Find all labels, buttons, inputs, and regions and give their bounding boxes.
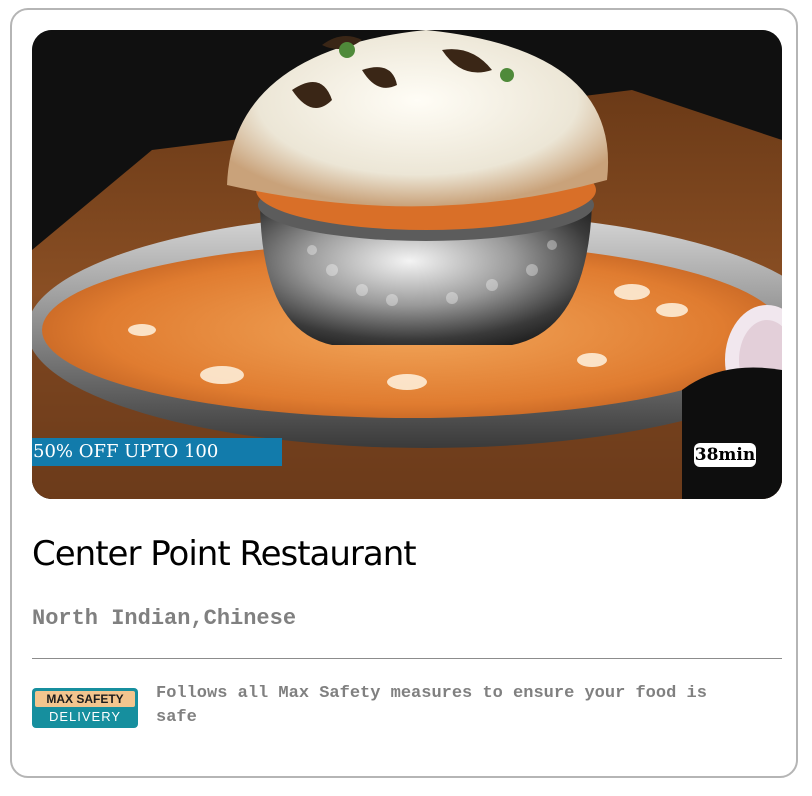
biryani-bowl-photo	[32, 30, 782, 499]
cuisine-list: North Indian,Chinese	[32, 606, 297, 631]
delivery-time-badge: 38min	[694, 443, 756, 467]
offer-badge: 50% OFF UPTO 100	[32, 438, 282, 466]
safety-logo-bottom: DELIVERY	[48, 709, 122, 724]
divider	[32, 658, 782, 659]
safety-message: Follows all Max Safety measures to ensur…	[156, 684, 707, 727]
safety-logo-top: MAX SAFETY	[35, 691, 135, 707]
restaurant-card[interactable]: 50% OFF UPTO 100 38min Center Point Rest…	[10, 8, 798, 778]
max-safety-logo: MAX SAFETY DELIVERY	[32, 688, 138, 728]
restaurant-name[interactable]: Center Point Restaurant	[32, 534, 417, 574]
restaurant-photo[interactable]: 50% OFF UPTO 100 38min	[32, 30, 782, 499]
